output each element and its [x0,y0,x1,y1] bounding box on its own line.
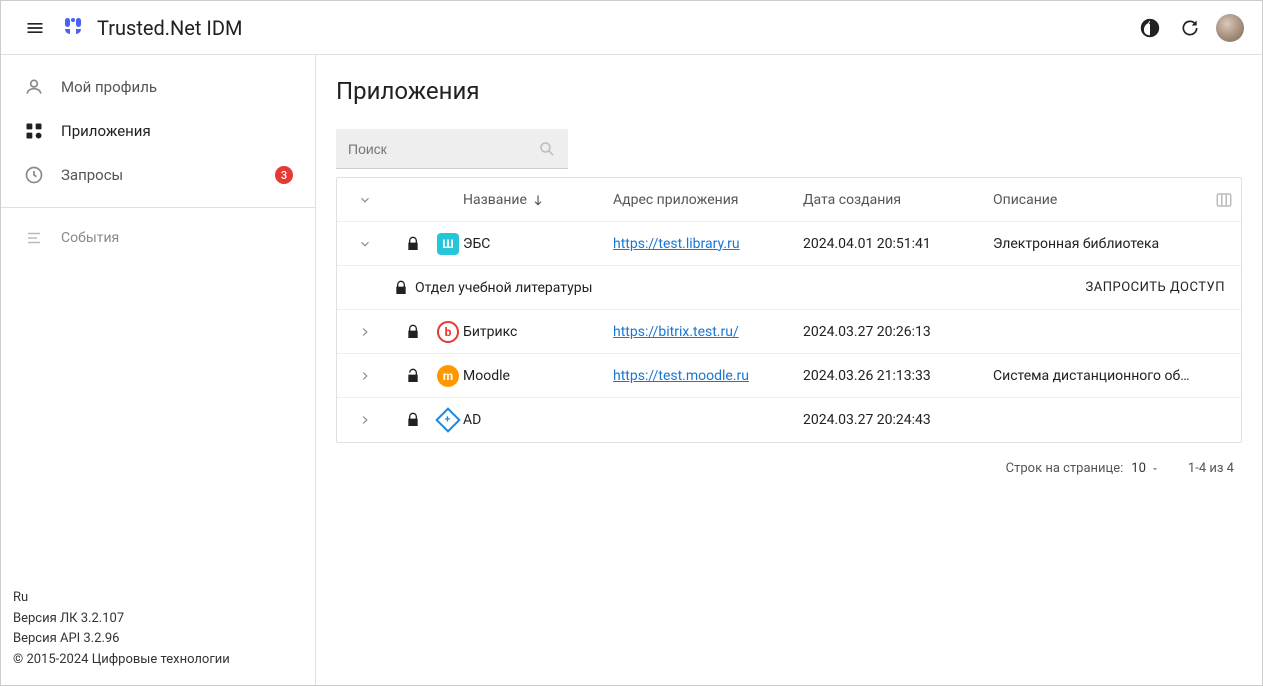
lock-open-icon [393,368,433,384]
dark-mode-icon [1139,17,1161,39]
avatar[interactable] [1216,14,1244,42]
sub-row-name: Отдел учебной литературы [415,280,1086,296]
row-expand-toggle[interactable] [337,325,393,339]
chevron-right-icon [358,369,372,383]
app-icon: b [433,321,463,343]
lock-closed-icon [393,324,433,340]
request-access-button[interactable]: ЗАПРОСИТЬ ДОСТУП [1086,280,1225,295]
app-created: 2024.03.27 20:26:13 [803,324,993,340]
column-config-button[interactable] [1193,191,1233,209]
user-icon [23,76,45,98]
requests-badge: 3 [275,166,293,184]
page-title: Приложения [336,77,1242,105]
sidebar-item-profile[interactable]: Мой профиль [1,65,315,109]
chevron-down-icon [358,237,372,251]
table-row: Ш ЭБС https://test.library.ru 2024.04.01… [337,222,1241,266]
dropdown-icon [1150,464,1160,474]
table-row: + AD 2024.03.27 20:24:43 [337,398,1241,442]
app-created: 2024.04.01 20:51:41 [803,236,993,252]
app-name: Moodle [463,368,613,384]
main-content: Приложения Название Адрес приложения [316,55,1262,685]
sidebar-footer: Ru Версия ЛК 3.2.107 Версия API 3.2.96 ©… [1,574,315,685]
apps-icon [23,120,45,142]
refresh-button[interactable] [1170,8,1210,48]
sidebar-item-requests[interactable]: Запросы 3 [1,153,315,197]
search-icon [538,140,556,158]
table-header: Название Адрес приложения Дата создания … [337,178,1241,222]
sort-down-icon [531,193,545,207]
lang-label: Ru [13,588,303,609]
lock-closed-icon [393,236,433,252]
app-url-link[interactable]: https://test.library.ru [613,236,740,252]
copyright: © 2015-2024 Цифровые технологии [13,650,303,671]
sidebar-item-label: События [61,230,119,246]
version-lk: Версия ЛК 3.2.107 [13,609,303,630]
apps-table: Название Адрес приложения Дата создания … [336,177,1242,443]
sidebar-item-events[interactable]: События [1,218,315,258]
table-sub-row: Отдел учебной литературы ЗАПРОСИТЬ ДОСТУ… [337,266,1241,310]
lock-closed-icon [393,280,409,296]
app-desc: Электронная библиотека [993,236,1193,252]
row-expand-toggle[interactable] [337,237,393,251]
app-icon: + [433,409,463,431]
search-box[interactable] [336,129,568,169]
app-desc: Система дистанционного обу… [993,368,1193,384]
app-name: Битрикс [463,324,613,340]
app-title: Trusted.Net IDM [97,16,242,40]
clock-icon [23,164,45,186]
table-row: b Битрикс https://bitrix.test.ru/ 2024.0… [337,310,1241,354]
sidebar-item-label: Запросы [61,166,275,184]
row-expand-toggle[interactable] [337,369,393,383]
table-row: m Moodle https://test.moodle.ru 2024.03.… [337,354,1241,398]
app-url-link[interactable]: https://test.moodle.ru [613,368,749,384]
rows-per-page-label: Строк на странице: [1006,461,1124,476]
menu-button[interactable] [15,8,55,48]
sidebar-item-label: Приложения [61,122,293,140]
app-icon: Ш [433,233,463,255]
logo-icon [61,16,85,40]
column-created[interactable]: Дата создания [803,192,993,208]
app-created: 2024.03.26 21:13:33 [803,368,993,384]
app-icon: m [433,365,463,387]
header: Trusted.Net IDM [1,1,1262,55]
pagination: Строк на странице: 10 1-4 из 4 [336,443,1242,476]
sidebar-item-apps[interactable]: Приложения [1,109,315,153]
sidebar: Мой профиль Приложения Запросы 3 [1,55,316,685]
sidebar-item-label: Мой профиль [61,78,293,96]
hamburger-icon [25,18,45,38]
column-desc[interactable]: Описание [993,192,1193,208]
app-url-link[interactable]: https://bitrix.test.ru/ [613,324,739,340]
chevron-right-icon [358,325,372,339]
app-name: AD [463,412,613,428]
column-name[interactable]: Название [463,192,613,208]
list-icon [23,227,45,249]
rows-per-page-select[interactable]: 10 [1131,461,1160,476]
version-api: Версия API 3.2.96 [13,629,303,650]
expand-all-toggle[interactable] [337,193,393,207]
lock-closed-icon [393,412,433,428]
refresh-icon [1180,18,1200,38]
search-input[interactable] [348,141,538,157]
row-expand-toggle[interactable] [337,413,393,427]
columns-icon [1215,191,1233,209]
chevron-down-icon [358,193,372,207]
chevron-right-icon [358,413,372,427]
app-created: 2024.03.27 20:24:43 [803,412,993,428]
column-url[interactable]: Адрес приложения [613,192,803,208]
pagination-range: 1-4 из 4 [1188,461,1234,476]
app-name: ЭБС [463,236,613,252]
theme-toggle-button[interactable] [1130,8,1170,48]
